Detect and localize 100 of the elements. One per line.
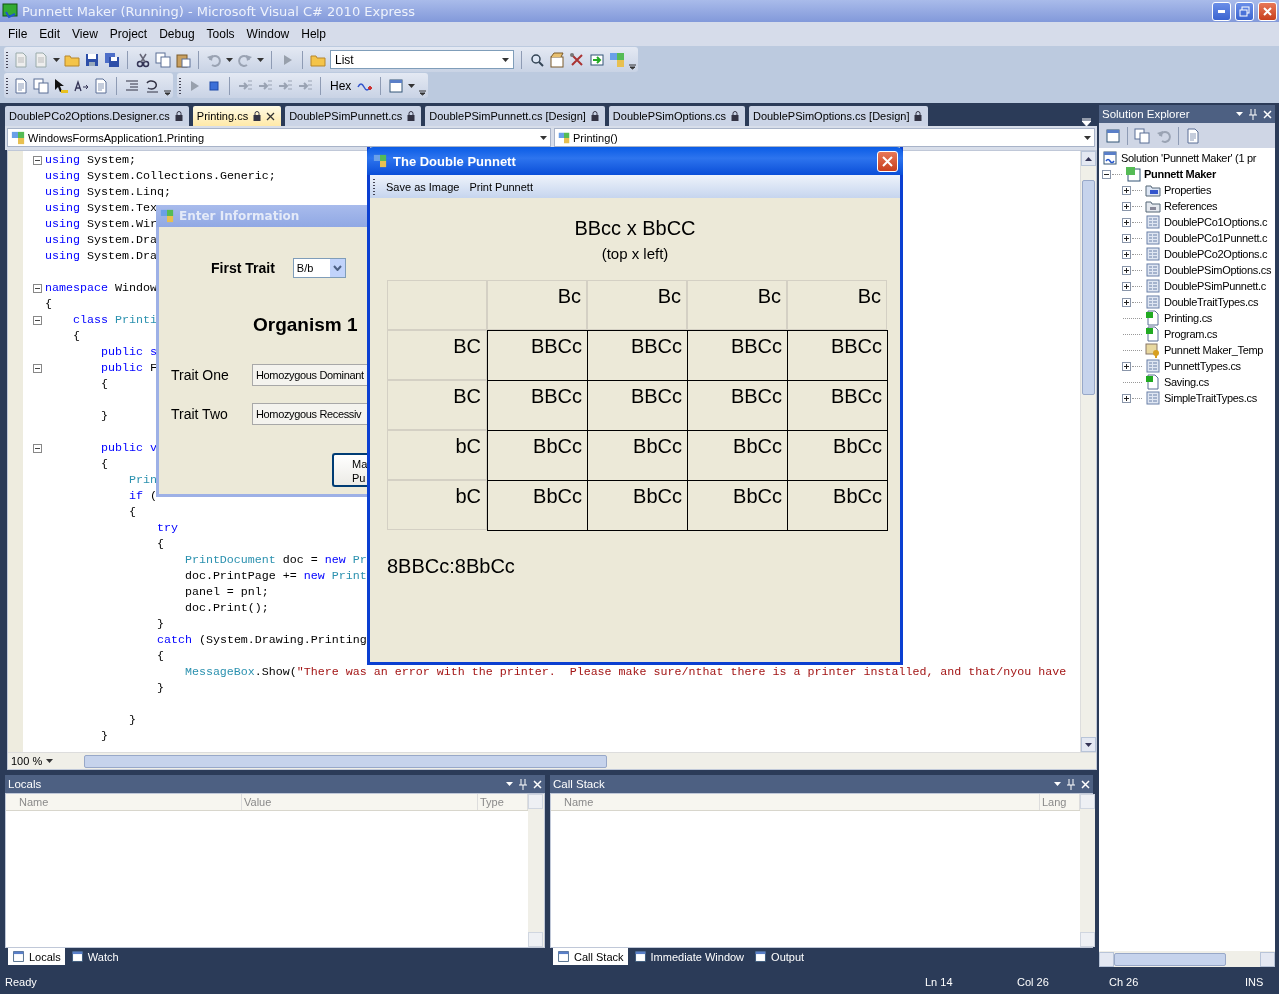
page-icon[interactable] bbox=[1185, 127, 1201, 144]
close-button[interactable] bbox=[1258, 1, 1277, 21]
tab[interactable]: DoublePSimOptions.cs bbox=[608, 106, 745, 126]
menu-item[interactable]: Help bbox=[295, 27, 332, 41]
expand-toggle[interactable] bbox=[1122, 393, 1131, 403]
tree-item[interactable]: Printing.cs bbox=[1164, 312, 1213, 324]
expand-toggle[interactable] bbox=[1122, 281, 1131, 291]
menu-item[interactable]: Window bbox=[240, 27, 296, 41]
tree-item[interactable]: Properties bbox=[1164, 184, 1212, 196]
trait-dropdown[interactable]: B/b bbox=[292, 258, 346, 278]
minimize-button[interactable] bbox=[1212, 1, 1231, 21]
menu-item[interactable]: File bbox=[2, 27, 34, 41]
tree-item[interactable]: DoublePCo2Options.c bbox=[1164, 248, 1268, 260]
configuration-dropdown[interactable]: List bbox=[330, 50, 514, 69]
expand-toggle[interactable] bbox=[1122, 297, 1131, 307]
paste-icon[interactable] bbox=[175, 51, 191, 68]
copy-icon[interactable] bbox=[1134, 127, 1150, 144]
trait-field[interactable]: Homozygous Dominant bbox=[252, 364, 367, 386]
collapse-toggle[interactable] bbox=[1102, 169, 1111, 179]
toolbar-grip[interactable] bbox=[373, 177, 376, 196]
tree-item[interactable]: SimpleTraitTypes.cs bbox=[1164, 392, 1257, 404]
save-all-icon[interactable] bbox=[104, 51, 120, 68]
pin-icon[interactable] bbox=[1249, 108, 1257, 120]
tab[interactable]: DoublePSimPunnett.cs [Design] bbox=[425, 106, 605, 126]
menu-item[interactable]: Tools bbox=[200, 27, 241, 41]
arrow-box-icon[interactable] bbox=[589, 51, 605, 68]
vertical-scrollbar[interactable] bbox=[1080, 794, 1095, 947]
menu-item[interactable]: Debug bbox=[153, 27, 201, 41]
menu-item[interactable]: Print Punnett bbox=[469, 180, 533, 193]
tree-item[interactable]: Punnett Maker_Temp bbox=[1164, 344, 1264, 356]
window-icon[interactable] bbox=[388, 77, 405, 94]
tab[interactable]: DoublePSimOptions.cs [Design] bbox=[748, 106, 929, 126]
tab[interactable]: Output bbox=[750, 948, 809, 965]
tab[interactable]: Call Stack bbox=[553, 948, 628, 965]
toolbar-grip[interactable] bbox=[6, 76, 9, 95]
toolbar-grip[interactable] bbox=[6, 50, 9, 69]
search-icon[interactable] bbox=[529, 51, 545, 68]
pin-icon[interactable] bbox=[1067, 778, 1075, 790]
expand-toggle[interactable] bbox=[1122, 265, 1131, 275]
expand-toggle[interactable] bbox=[1122, 217, 1131, 227]
hex-button[interactable]: Hex bbox=[328, 78, 354, 93]
fold-toggle[interactable] bbox=[32, 315, 42, 325]
caret-icon[interactable] bbox=[1236, 112, 1243, 116]
fold-toggle[interactable] bbox=[32, 363, 42, 373]
make-punnett-button[interactable]: Ma Pu bbox=[332, 453, 370, 487]
tree-item[interactable]: References bbox=[1164, 200, 1218, 212]
properties-icon[interactable] bbox=[1105, 127, 1121, 144]
restore-button[interactable] bbox=[1235, 1, 1254, 21]
expand-toggle[interactable] bbox=[1122, 201, 1131, 211]
scroll-up-icon[interactable] bbox=[1085, 156, 1092, 161]
menu-item[interactable]: Save as Image bbox=[386, 180, 460, 193]
vertical-scrollbar[interactable] bbox=[1080, 151, 1096, 752]
tree-item[interactable]: DoublePSimOptions.cs bbox=[1164, 264, 1272, 276]
caret-icon[interactable] bbox=[408, 83, 416, 88]
tree-item[interactable]: DoubleTraitTypes.cs bbox=[1164, 296, 1259, 308]
expand-toggle[interactable] bbox=[1122, 361, 1131, 371]
trait-field[interactable]: Homozygous Recessiv bbox=[252, 403, 367, 425]
expand-toggle[interactable] bbox=[1122, 249, 1131, 259]
tree-item[interactable]: Solution 'Punnett Maker' (1 pr bbox=[1121, 152, 1257, 164]
caret-icon[interactable] bbox=[506, 782, 513, 786]
type-dropdown[interactable]: WindowsFormsApplication1.Printing bbox=[7, 128, 551, 147]
close-icon[interactable] bbox=[266, 111, 276, 121]
tree-item[interactable]: Program.cs bbox=[1164, 328, 1218, 340]
member-dropdown[interactable]: Printing() bbox=[554, 128, 1095, 147]
pointer-icon[interactable] bbox=[53, 77, 69, 94]
horizontal-scrollbar[interactable] bbox=[1099, 951, 1275, 967]
tab[interactable]: Printing.cs bbox=[192, 106, 282, 126]
scroll-down-icon[interactable] bbox=[1085, 742, 1092, 747]
tree-item[interactable]: DoublePCo1Options.c bbox=[1164, 216, 1268, 228]
toolbar-grip[interactable] bbox=[179, 76, 182, 95]
tree-item[interactable]: Saving.cs bbox=[1164, 376, 1209, 388]
cut-icon[interactable] bbox=[135, 51, 151, 68]
tab[interactable]: Watch bbox=[66, 948, 123, 965]
menu-item[interactable]: View bbox=[66, 27, 104, 41]
fold-toggle[interactable] bbox=[32, 283, 42, 293]
fold-toggle[interactable] bbox=[32, 443, 42, 453]
vertical-scrollbar[interactable] bbox=[528, 794, 544, 947]
tab[interactable]: Locals bbox=[8, 948, 65, 965]
close-button[interactable] bbox=[877, 150, 898, 172]
menu-item[interactable]: Project bbox=[103, 27, 154, 41]
expand-toggle[interactable] bbox=[1122, 185, 1131, 195]
tab-list-icon[interactable] bbox=[1082, 118, 1091, 126]
caret-icon[interactable] bbox=[226, 57, 233, 62]
properties-icon[interactable] bbox=[549, 51, 565, 68]
caret-icon[interactable] bbox=[53, 57, 60, 62]
caret-icon[interactable] bbox=[1054, 782, 1061, 786]
tree-item[interactable]: Punnett Maker bbox=[1144, 168, 1216, 180]
tab[interactable]: DoublePSimPunnett.cs bbox=[285, 106, 422, 126]
save-icon[interactable] bbox=[84, 51, 100, 68]
zoom-dropdown[interactable]: 100 % bbox=[8, 755, 66, 767]
tree-item[interactable]: DoublePCo1Punnett.c bbox=[1164, 232, 1268, 244]
tab[interactable]: Immediate Window bbox=[629, 948, 749, 965]
fold-toggle[interactable] bbox=[32, 155, 42, 165]
tree-item[interactable]: PunnettTypes.cs bbox=[1164, 360, 1241, 372]
pin-icon[interactable] bbox=[519, 778, 527, 790]
expand-toggle[interactable] bbox=[1122, 233, 1131, 243]
tree-item[interactable]: DoublePSimPunnett.c bbox=[1164, 280, 1266, 292]
tab[interactable]: DoublePCo2Options.Designer.cs bbox=[5, 106, 189, 126]
menu-item[interactable]: Edit bbox=[33, 27, 67, 41]
caret-icon[interactable] bbox=[257, 57, 264, 62]
